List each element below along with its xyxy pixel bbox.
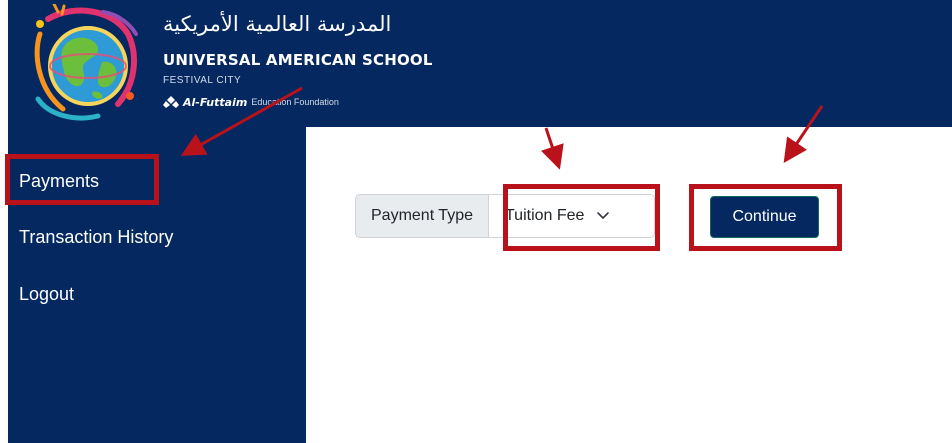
sidebar-item-logout[interactable]: Logout: [19, 284, 74, 305]
school-campus: FESTIVAL CITY: [163, 75, 242, 86]
arrow-annotation-payment-type: [540, 127, 564, 170]
school-name: UNIVERSAL AMERICAN SCHOOL: [163, 51, 433, 69]
foundation-text: Education Foundation: [251, 97, 339, 107]
payment-type-select[interactable]: Tuition Fee: [487, 194, 655, 238]
sidebar-item-transaction-history[interactable]: Transaction History: [19, 227, 173, 248]
foundation-brand: Al-Futtaim: [183, 95, 248, 109]
school-logo[interactable]: [18, 2, 158, 124]
payment-type-group: Payment Type Tuition Fee: [355, 194, 655, 238]
foundation-line: Al-Futtaim Education Foundation: [163, 95, 339, 109]
payment-type-selected-value: Tuition Fee: [504, 207, 585, 224]
continue-button[interactable]: Continue: [710, 196, 819, 238]
school-globe-logo-graphic: [34, 2, 138, 121]
page-left-margin: [0, 0, 8, 443]
al-futtaim-emblem-icon: [163, 96, 179, 108]
sidebar-item-payments[interactable]: Payments: [19, 171, 99, 192]
payment-type-label: Payment Type: [355, 194, 488, 238]
school-name-arabic: المدرسة العالمية الأمريكية: [163, 12, 392, 36]
chevron-down-icon: [597, 212, 610, 219]
